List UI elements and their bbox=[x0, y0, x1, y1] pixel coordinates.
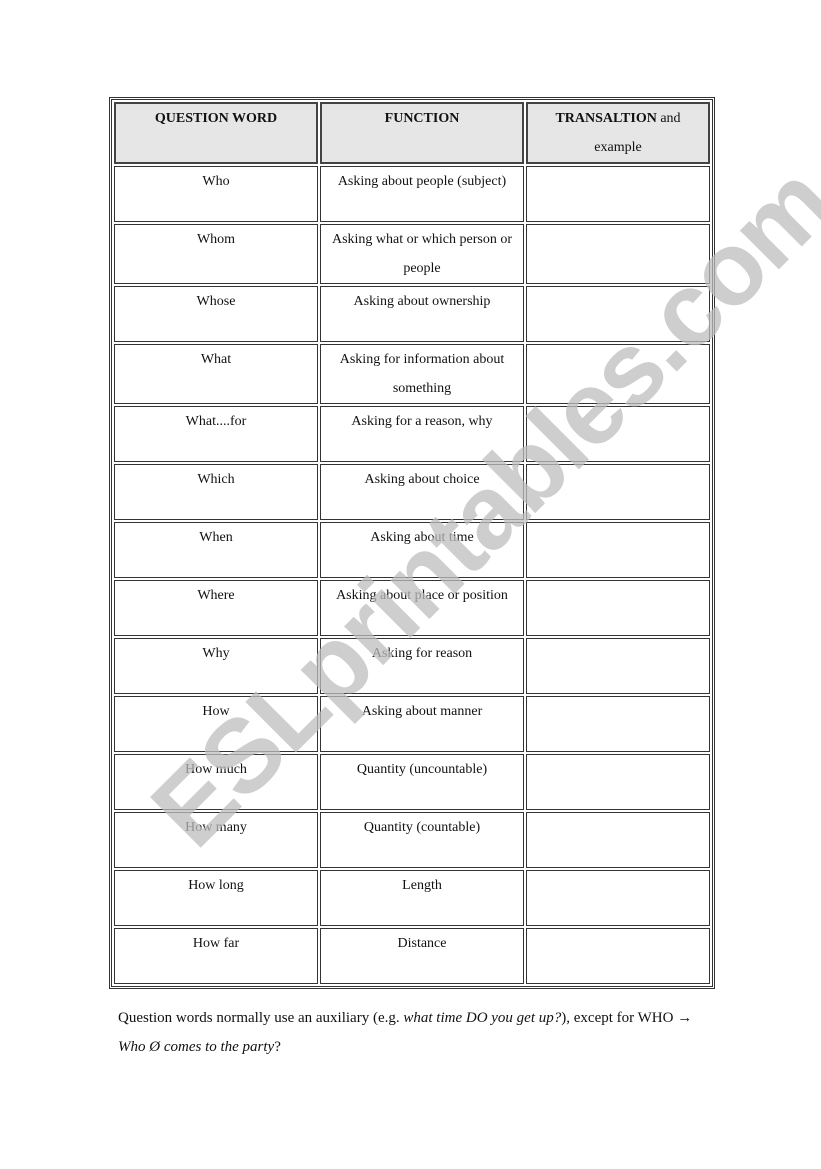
header-translation: TRANSALTION and example bbox=[526, 102, 710, 164]
function-cell: Asking about manner bbox=[320, 696, 524, 752]
table-row: How much Quantity (uncountable) bbox=[114, 754, 710, 810]
translation-cell[interactable] bbox=[526, 580, 710, 636]
table-row: Who Asking about people (subject) bbox=[114, 166, 710, 222]
function-cell: Asking for reason bbox=[320, 638, 524, 694]
table-body: Who Asking about people (subject) Whom Aski… bbox=[114, 166, 710, 984]
translation-cell[interactable] bbox=[526, 166, 710, 222]
table-row: What....for Asking for a reason, why bbox=[114, 406, 710, 462]
question-word-cell: What bbox=[114, 344, 318, 404]
function-cell: Asking about ownership bbox=[320, 286, 524, 342]
worksheet-page: QUESTION WORD FUNCTION TRANSALTION and e… bbox=[0, 0, 821, 1169]
translation-cell[interactable] bbox=[526, 870, 710, 926]
question-word-cell: Whom bbox=[114, 224, 318, 284]
translation-cell[interactable] bbox=[526, 522, 710, 578]
question-word-cell: How many bbox=[114, 812, 318, 868]
question-words-table: QUESTION WORD FUNCTION TRANSALTION and e… bbox=[109, 97, 715, 989]
table-header-row: QUESTION WORD FUNCTION TRANSALTION and e… bbox=[114, 102, 710, 164]
question-word-cell: How far bbox=[114, 928, 318, 984]
table-row: When Asking about time bbox=[114, 522, 710, 578]
translation-cell[interactable] bbox=[526, 286, 710, 342]
table-row: Which Asking about choice bbox=[114, 464, 710, 520]
function-cell: Quantity (uncountable) bbox=[320, 754, 524, 810]
function-cell: Asking for a reason, why bbox=[320, 406, 524, 462]
table-row: Whom Asking what or which person or peopl… bbox=[114, 224, 710, 284]
question-word-cell: How long bbox=[114, 870, 318, 926]
function-cell: Asking about place or position bbox=[320, 580, 524, 636]
function-cell: Distance bbox=[320, 928, 524, 984]
question-word-cell: Which bbox=[114, 464, 318, 520]
question-word-cell: Where bbox=[114, 580, 318, 636]
header-question-word: QUESTION WORD bbox=[114, 102, 318, 164]
question-word-cell: How bbox=[114, 696, 318, 752]
question-word-cell: How much bbox=[114, 754, 318, 810]
question-word-cell: Whose bbox=[114, 286, 318, 342]
function-cell: Length bbox=[320, 870, 524, 926]
translation-cell[interactable] bbox=[526, 344, 710, 404]
header-function: FUNCTION bbox=[320, 102, 524, 164]
function-cell: Asking about time bbox=[320, 522, 524, 578]
translation-cell[interactable] bbox=[526, 638, 710, 694]
table-row: What Asking for information about somethi… bbox=[114, 344, 710, 404]
arrow-icon: → bbox=[677, 1010, 693, 1026]
table-row: How far Distance bbox=[114, 928, 710, 984]
footnote: Question words normally use an auxiliary… bbox=[118, 1010, 693, 1055]
translation-cell[interactable] bbox=[526, 696, 710, 752]
function-cell: Asking about choice bbox=[320, 464, 524, 520]
function-cell: Asking for information about something bbox=[320, 344, 524, 404]
function-cell: Asking about people (subject) bbox=[320, 166, 524, 222]
translation-cell[interactable] bbox=[526, 754, 710, 810]
function-cell: Asking what or which person or people bbox=[320, 224, 524, 284]
table-row: Whose Asking about ownership bbox=[114, 286, 710, 342]
question-word-cell: What....for bbox=[114, 406, 318, 462]
translation-cell[interactable] bbox=[526, 464, 710, 520]
translation-cell[interactable] bbox=[526, 406, 710, 462]
table-row: How long Length bbox=[114, 870, 710, 926]
table-row: How many Quantity (countable) bbox=[114, 812, 710, 868]
translation-cell[interactable] bbox=[526, 224, 710, 284]
question-word-cell: When bbox=[114, 522, 318, 578]
question-word-cell: Why bbox=[114, 638, 318, 694]
translation-cell[interactable] bbox=[526, 812, 710, 868]
table-row: How Asking about manner bbox=[114, 696, 710, 752]
table-row: Why Asking for reason bbox=[114, 638, 710, 694]
question-word-cell: Who bbox=[114, 166, 318, 222]
function-cell: Quantity (countable) bbox=[320, 812, 524, 868]
table-row: Where Asking about place or position bbox=[114, 580, 710, 636]
translation-cell[interactable] bbox=[526, 928, 710, 984]
